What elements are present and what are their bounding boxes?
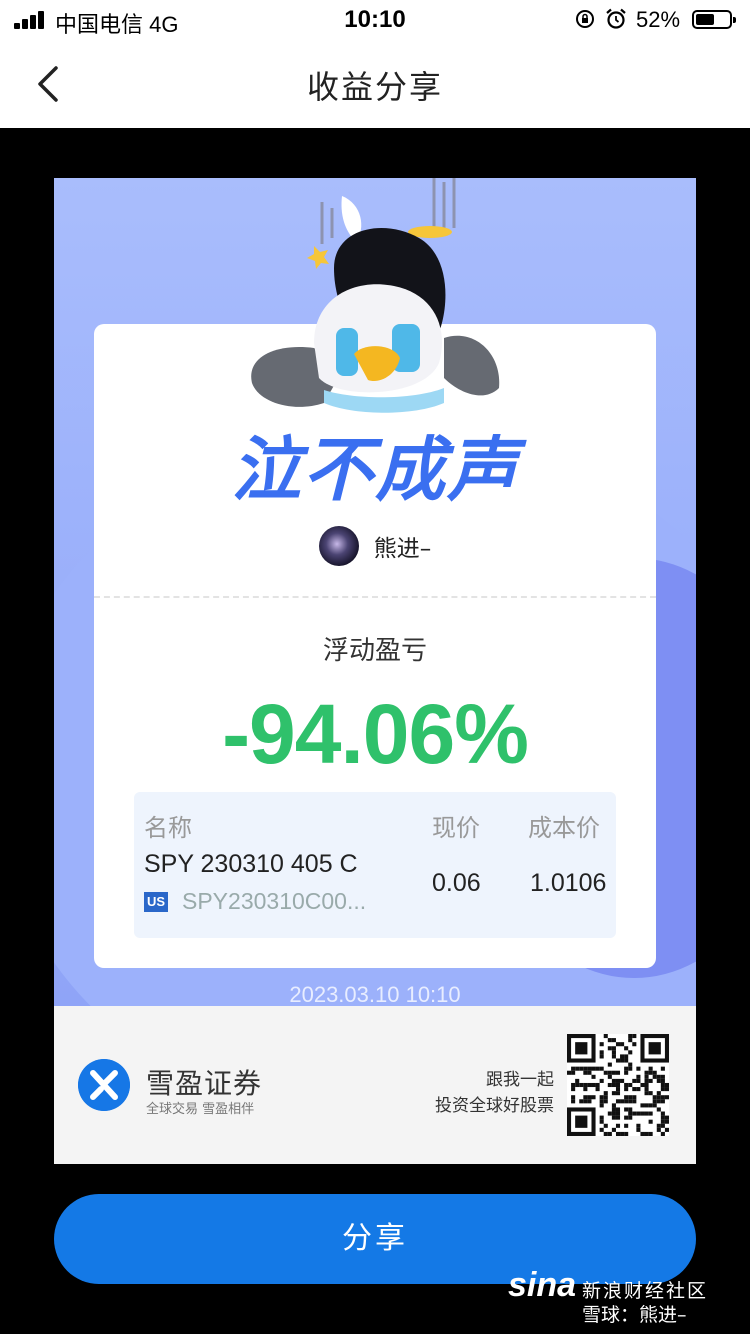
share-timestamp: 2023.03.10 10:10	[289, 982, 461, 1006]
brand-tagline: 全球交易 雪盈相伴	[146, 1102, 255, 1117]
page-title: 收益分享	[306, 68, 443, 106]
sina-watermark: sina 新浪财经社区 雪球：熊进–	[508, 1262, 748, 1334]
slogan-line-2: 投资全球好股票	[435, 1096, 554, 1116]
slogan-line-1: 跟我一起	[486, 1070, 554, 1090]
qr-code-icon	[567, 1034, 669, 1136]
current-price: 0.06	[432, 869, 481, 897]
watermark-line-2: 雪球：熊进–	[582, 1304, 687, 1326]
share-card: 泣不成声 熊进– 浮动盈亏 -94.06% 名称 现价 成本价 SPY 2303…	[54, 178, 696, 1006]
holding-name: SPY 230310 405 C	[144, 850, 358, 878]
brand-footer: 雪盈证券 全球交易 雪盈相伴 跟我一起 投资全球好股票	[54, 1006, 696, 1164]
column-header-cost: 成本价	[528, 814, 600, 842]
holding-table: 名称 现价 成本价 SPY 230310 405 C US SPY230310C…	[134, 792, 616, 938]
sina-logo: sina	[508, 1266, 577, 1304]
rotation-lock-icon	[576, 10, 594, 28]
alarm-icon	[606, 8, 626, 29]
watermark-line-1: 新浪财经社区	[582, 1280, 709, 1302]
holding-code: SPY230310C00...	[182, 888, 367, 914]
username: 熊进–	[373, 536, 432, 562]
brand-name: 雪盈证券	[146, 1067, 263, 1100]
headline: 泣不成声	[231, 429, 519, 511]
status-bar: 中国电信 4G 10:10 52%	[0, 0, 750, 40]
column-header-price: 现价	[432, 814, 480, 842]
crying-eagle-mascot-icon	[251, 178, 500, 413]
divider	[94, 596, 656, 598]
battery-percent: 52%	[636, 7, 681, 32]
xueying-logo-icon	[78, 1059, 130, 1111]
cost-price: 1.0106	[530, 869, 607, 897]
floating-pl-value: -94.06%	[222, 687, 529, 781]
column-header-name: 名称	[144, 814, 192, 842]
floating-pl-label: 浮动盈亏	[322, 636, 427, 666]
market-badge: US	[144, 892, 168, 912]
user-row: 熊进–	[94, 526, 656, 566]
nav-bar: 收益分享	[0, 40, 750, 128]
avatar	[318, 526, 359, 566]
battery-icon	[692, 10, 736, 29]
